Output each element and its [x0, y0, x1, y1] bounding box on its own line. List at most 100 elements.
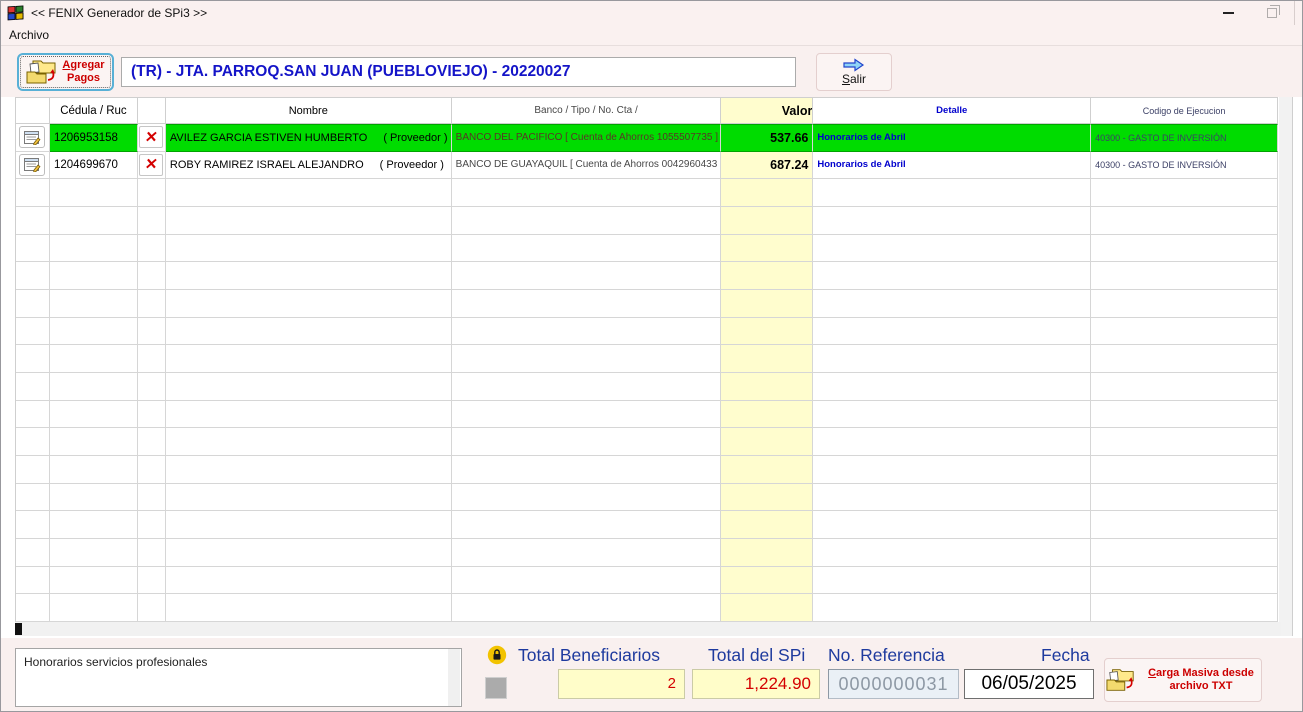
exit-button[interactable]: Salir: [816, 53, 892, 91]
notes-scrollbar[interactable]: [448, 649, 460, 706]
cell-delete: [137, 289, 166, 318]
cell-banco[interactable]: BANCO DEL PACIFICO [ Cuenta de Ahorros 1…: [451, 124, 722, 152]
horizontal-scrollbar[interactable]: [15, 622, 1281, 636]
cell-edit: [16, 538, 50, 567]
cell-detalle: [813, 511, 1092, 539]
cell-valor: [721, 566, 814, 595]
menu-item-archivo[interactable]: Archivo: [1, 26, 57, 44]
cell-valor: [721, 511, 814, 539]
edit-row-button[interactable]: [19, 126, 46, 149]
cell-cedula: [49, 179, 138, 207]
cell-valor: [721, 345, 814, 373]
bulk-load-txt-button[interactable]: Carga Masiva desde archivo TXT: [1104, 658, 1262, 702]
cell-banco: [451, 372, 722, 401]
cell-banco: [451, 538, 722, 567]
cell-codigo: [1091, 317, 1279, 346]
table-row[interactable]: 1206953158 ✕ AVILEZ GARCIA ESTIVEN HUMBERT…: [16, 124, 1279, 152]
cell-codigo: [1091, 262, 1279, 290]
cell-delete: [137, 483, 166, 512]
cell-codigo: [1091, 179, 1279, 207]
minimize-icon: [1222, 12, 1234, 14]
cell-nombre: [165, 206, 452, 235]
edit-form-icon: [23, 158, 41, 173]
cell-nombre: [165, 317, 452, 346]
cell-nombre[interactable]: ROBY RAMIREZ ISRAEL ALEJANDRO ( Proveedor…: [165, 151, 452, 180]
table-row: [16, 400, 1279, 429]
cell-banco: [451, 483, 722, 512]
cell-edit: [16, 594, 50, 622]
cell-valor: [721, 179, 814, 207]
table-row: [16, 179, 1279, 207]
cell-delete: ✕: [137, 124, 166, 152]
cell-nombre[interactable]: AVILEZ GARCIA ESTIVEN HUMBERTO ( Proveedo…: [165, 124, 452, 152]
cell-valor: [721, 262, 814, 290]
cell-banco: [451, 594, 722, 622]
cell-valor: [721, 594, 814, 622]
cell-banco: [451, 566, 722, 595]
add-payments-button[interactable]: Agregar Pagos: [17, 53, 114, 91]
cell-valor: [721, 455, 814, 484]
cell-delete: [137, 594, 166, 622]
app-window: << FENIX Generador de SPi3 >> Archivo Ag…: [0, 0, 1303, 712]
maximize-button[interactable]: [1250, 1, 1294, 25]
cell-banco: [451, 206, 722, 235]
notes-textarea[interactable]: Honorarios servicios profesionales: [15, 648, 462, 707]
cell-cedula: [49, 289, 138, 318]
cell-detalle[interactable]: Honorarios de Abril: [813, 124, 1092, 152]
table-header-row: Cédula / Ruc Nombre Banco / Tipo / No. C…: [16, 98, 1278, 124]
cell-cedula: [49, 566, 138, 595]
delete-row-button[interactable]: ✕: [139, 153, 164, 176]
cell-nombre: [165, 428, 452, 456]
cell-banco: [451, 179, 722, 207]
edit-row-button[interactable]: [19, 153, 46, 176]
cell-cedula[interactable]: 1206953158: [49, 124, 138, 152]
table-row: [16, 262, 1279, 290]
cell-cedula[interactable]: 1204699670: [49, 151, 138, 180]
cell-nombre: [165, 372, 452, 401]
cell-banco: [451, 289, 722, 318]
horizontal-scrollbar-thumb[interactable]: [15, 623, 22, 635]
cell-banco: [451, 400, 722, 429]
close-button-partial[interactable]: [1294, 1, 1302, 25]
cell-valor: [721, 538, 814, 567]
minimize-button[interactable]: [1206, 1, 1250, 25]
cell-codigo: [1091, 566, 1279, 595]
vertical-scrollbar[interactable]: [1279, 97, 1293, 636]
title-bar: << FENIX Generador de SPi3 >>: [1, 1, 1302, 25]
table-row: [16, 538, 1279, 567]
payments-table: Cédula / Ruc Nombre Banco / Tipo / No. C…: [15, 97, 1279, 622]
cell-nombre: [165, 262, 452, 290]
header-edit-column: [16, 98, 50, 124]
table-row: [16, 234, 1279, 263]
beneficiary-type: ( Proveedor ): [379, 158, 444, 171]
cell-valor: [721, 400, 814, 429]
cell-detalle[interactable]: Honorarios de Abril: [813, 151, 1092, 180]
cell-delete: [137, 566, 166, 595]
restore-icon: [1267, 5, 1280, 18]
cell-banco[interactable]: BANCO DE GUAYAQUIL [ Cuenta de Ahorros 0…: [451, 151, 722, 180]
cell-codigo[interactable]: 40300 - GASTO DE INVERSIÓN: [1091, 124, 1279, 152]
cell-cedula: [49, 594, 138, 622]
cell-detalle: [813, 455, 1092, 484]
total-spi-field: 1,224.90: [692, 669, 820, 699]
total-beneficiarios-field: 2: [558, 669, 685, 699]
entity-title-field[interactable]: (TR) - JTA. PARROQ.SAN JUAN (PUEBLOVIEJO…: [121, 57, 796, 87]
table-row: [16, 428, 1279, 456]
table-row: [16, 566, 1279, 595]
fecha-field[interactable]: 06/05/2025: [964, 669, 1094, 699]
table-row[interactable]: 1204699670 ✕ ROBY RAMIREZ ISRAEL ALEJANDRO…: [16, 151, 1279, 180]
delete-x-icon: ✕: [143, 156, 159, 174]
cell-valor[interactable]: 687.24: [721, 151, 814, 180]
cell-edit: [16, 234, 50, 263]
total-spi-label: Total del SPi: [708, 645, 806, 665]
cell-delete: [137, 428, 166, 456]
cell-cedula: [49, 455, 138, 484]
cell-codigo[interactable]: 40300 - GASTO DE INVERSIÓN: [1091, 151, 1279, 180]
cell-nombre: [165, 179, 452, 207]
bulk-load-label: Carga Masiva desde archivo TXT: [1148, 666, 1254, 692]
delete-row-button[interactable]: ✕: [139, 126, 164, 149]
table-row: [16, 483, 1279, 512]
cell-cedula: [49, 538, 138, 567]
cell-valor[interactable]: 537.66: [721, 124, 814, 152]
cell-banco: [451, 345, 722, 373]
